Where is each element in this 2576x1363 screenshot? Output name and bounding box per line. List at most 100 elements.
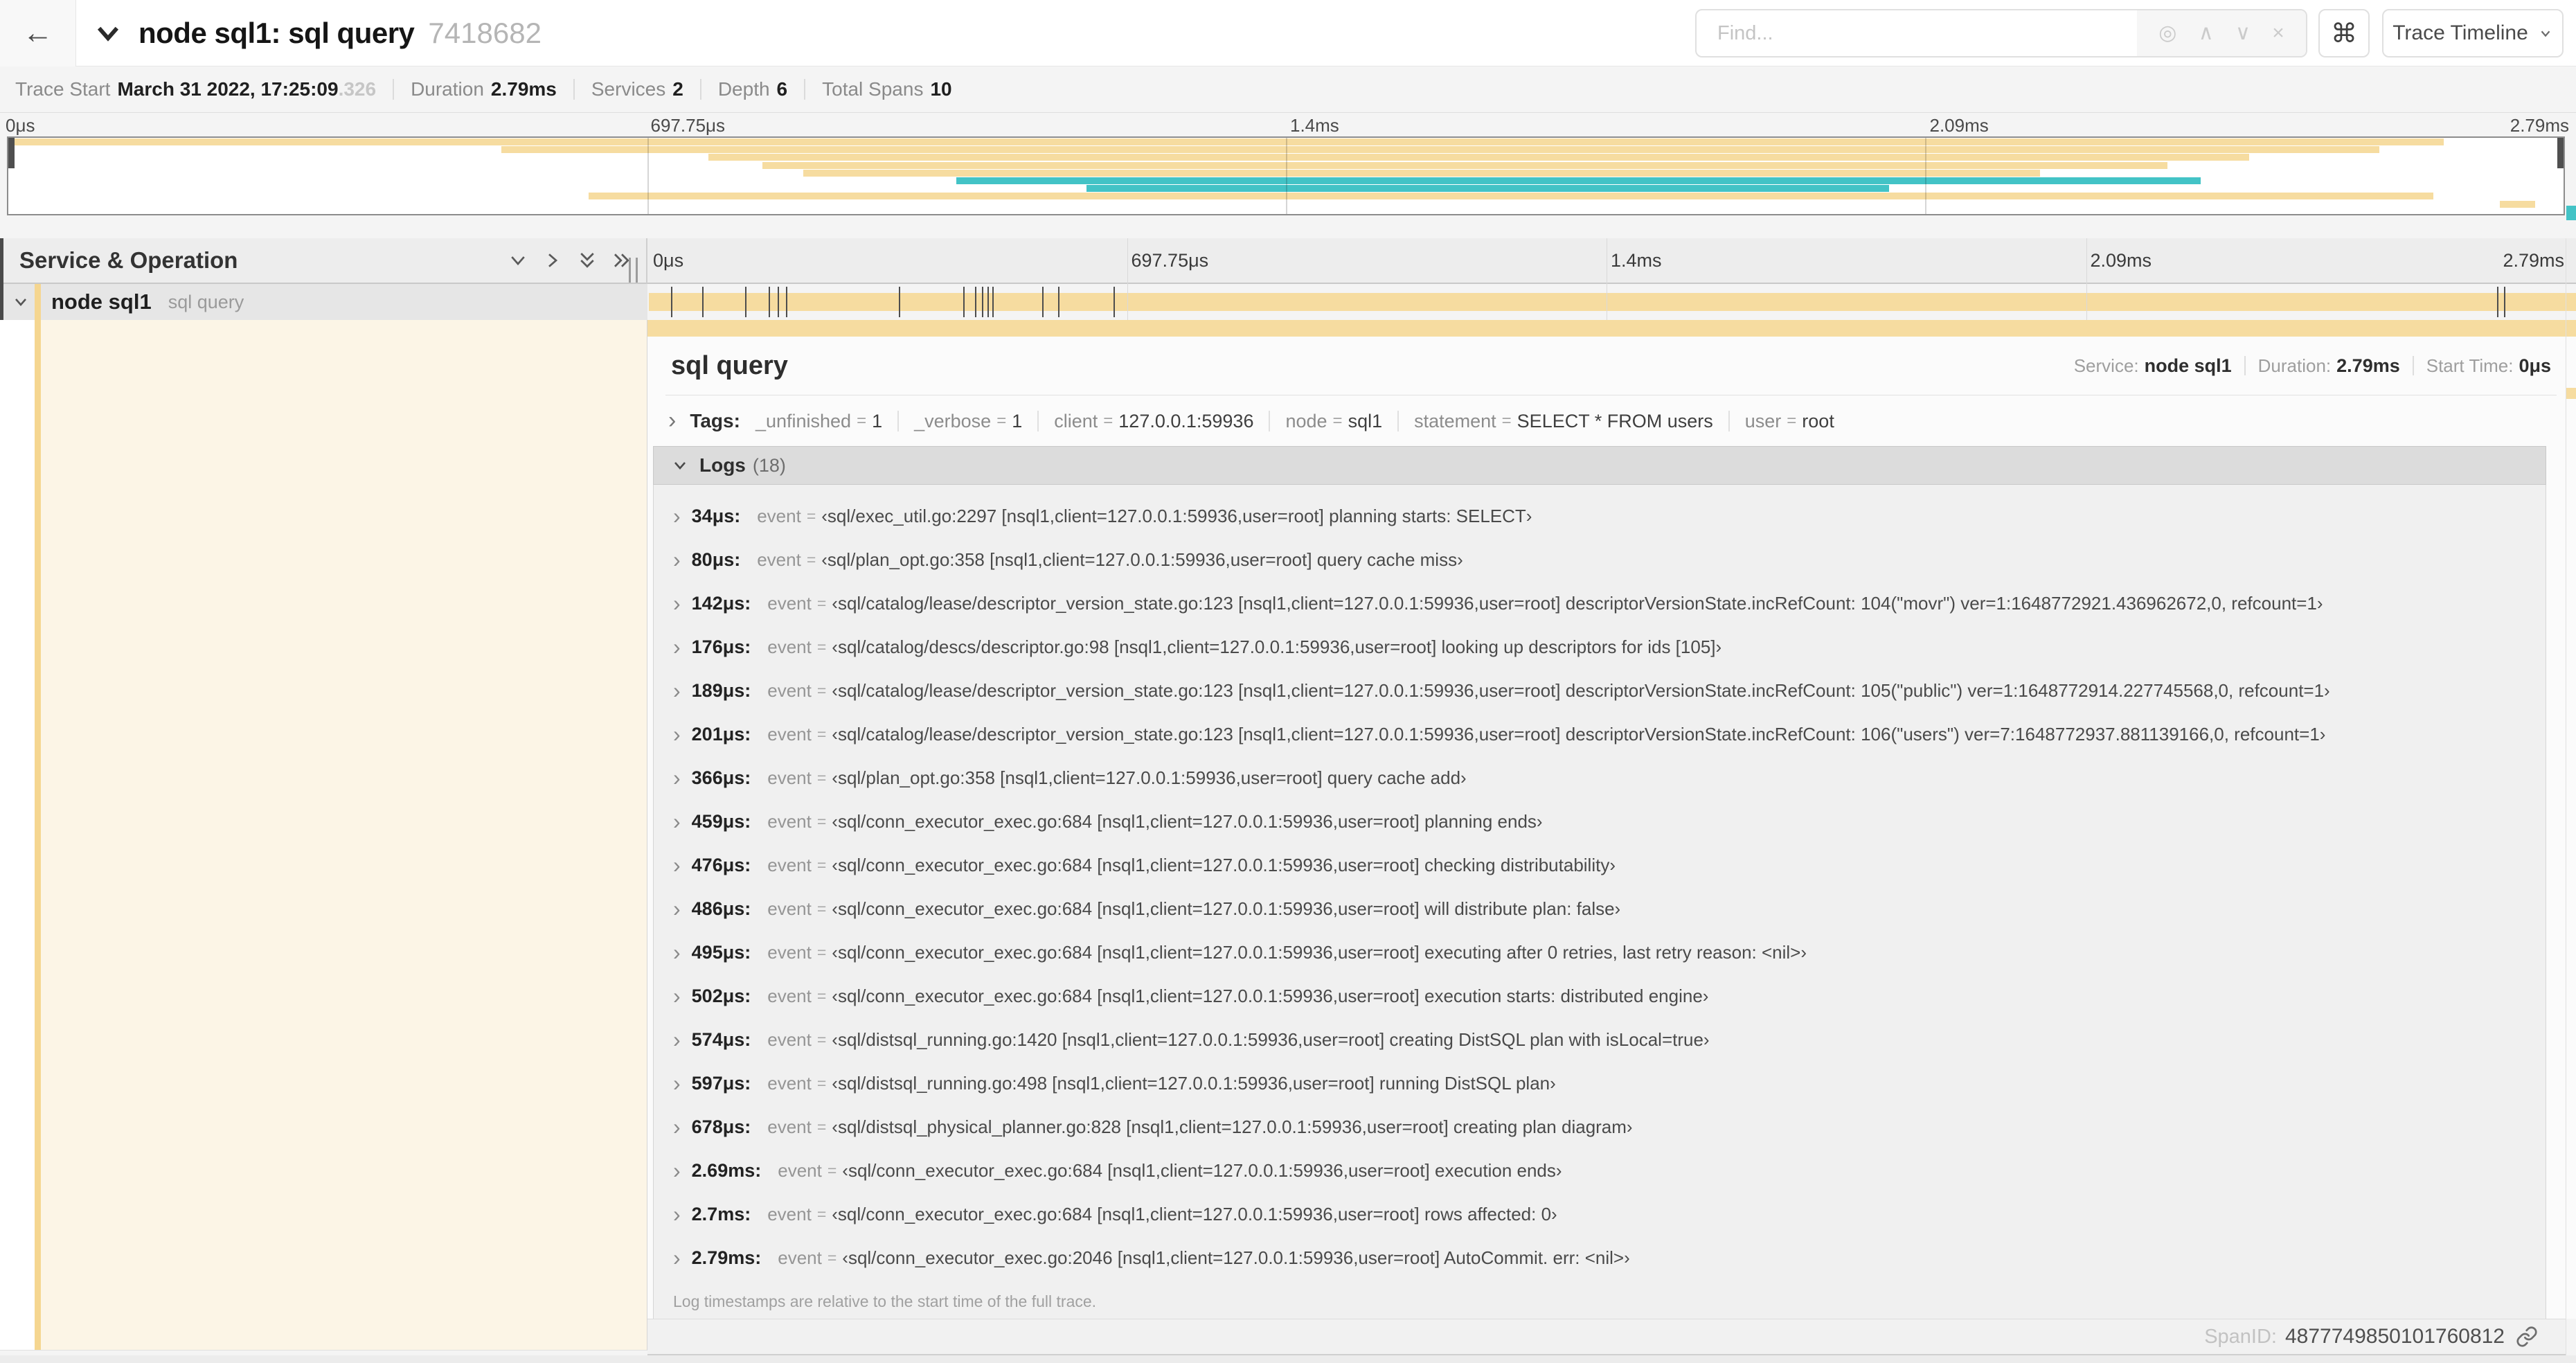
log-row[interactable]: › 574μs: event = ‹sql/distsql_running.go:142… [654, 1018, 2546, 1062]
crosshair-icon[interactable]: ◎ [2158, 23, 2176, 44]
log-row[interactable]: › 486μs: event = ‹sql/conn_executor_exec.go:… [654, 887, 2546, 931]
left-scroll-edge [0, 238, 3, 320]
chevron-right-icon[interactable]: › [673, 505, 681, 527]
chevron-right-icon[interactable]: › [673, 1159, 681, 1182]
log-row[interactable]: › 502μs: event = ‹sql/conn_executor_exec.go:… [654, 974, 2546, 1018]
span-row-node-sql1[interactable]: node sql1 sql query [0, 284, 647, 320]
tag-equals: = [1501, 411, 1512, 430]
right-edge-tan-marker [2566, 388, 2576, 399]
tag-equals: = [1332, 411, 1343, 430]
log-row[interactable]: › 2.79ms: event = ‹sql/conn_executor_exec.go… [654, 1236, 2546, 1280]
trace-minimap[interactable] [7, 136, 2565, 215]
trace-info-value: 2 [672, 78, 683, 100]
minimap-right-handle[interactable] [2557, 138, 2564, 168]
ruler-tick-label: 1.4ms [1611, 250, 1662, 271]
trace-id: 7418682 [428, 17, 542, 49]
chevron-right-icon[interactable]: › [673, 1203, 681, 1225]
log-row[interactable]: › 678μs: event = ‹sql/distsql_physical_plann… [654, 1105, 2546, 1149]
log-equals: = [816, 1074, 827, 1092]
chevron-right-icon[interactable]: › [673, 636, 681, 658]
chevron-right-icon[interactable]: › [673, 1028, 681, 1051]
close-icon[interactable]: × [2272, 23, 2284, 44]
log-equals: = [816, 856, 827, 874]
log-row[interactable]: › 2.69ms: event = ‹sql/conn_executor_exec.go… [654, 1149, 2546, 1193]
find-input[interactable] [1697, 10, 2137, 56]
log-row[interactable]: › 34μs: event = ‹sql/exec_util.go:2297 [nsql… [654, 495, 2546, 538]
log-tick-marker [777, 287, 779, 317]
tags-row[interactable]: › Tags: _unfinished = 1 _verbose = 1 client = 12… [647, 402, 2576, 440]
log-row[interactable]: › 366μs: event = ‹sql/plan_opt.go:358 [nsql1… [654, 756, 2546, 800]
timeline-ruler: 0μs 697.75μs 1.4ms 2.09ms 2.79ms [647, 238, 2576, 284]
divider [393, 79, 395, 100]
chevron-right-icon[interactable]: › [673, 810, 681, 832]
logs-rows: › 34μs: event = ‹sql/exec_util.go:2297 [nsql… [654, 495, 2546, 1280]
span-id-label: SpanID: [2204, 1325, 2277, 1348]
log-field-key: event [767, 593, 812, 614]
log-tick-marker [744, 287, 746, 317]
log-equals: = [816, 594, 827, 612]
tag-equals: = [857, 411, 867, 430]
trace-title-group: node sql1: sql query 7418682 [93, 0, 542, 66]
link-icon[interactable] [2516, 1326, 2538, 1348]
collapse-all-icon[interactable] [577, 250, 598, 271]
arrow-left-icon: ← [22, 16, 53, 50]
chevron-down-icon[interactable]: ∨ [2235, 23, 2251, 44]
log-row[interactable]: › 176μs: event = ‹sql/catalog/descs/descript… [654, 625, 2546, 669]
log-timestamp: 2.7ms: [691, 1204, 751, 1224]
chevron-right-icon[interactable]: › [673, 1247, 681, 1269]
log-timestamp: 80μs: [691, 549, 741, 570]
column-resizer-grip[interactable] [629, 258, 638, 283]
log-row[interactable]: › 476μs: event = ‹sql/conn_executor_exec.go:… [654, 844, 2546, 887]
trace-info-value: 6 [776, 78, 788, 100]
span-duration-bar[interactable] [649, 293, 2576, 311]
log-row[interactable]: › 142μs: event = ‹sql/catalog/lease/descript… [654, 582, 2546, 625]
chevron-right-icon[interactable]: › [673, 941, 681, 963]
chevron-up-icon[interactable]: ∧ [2199, 23, 2214, 44]
chevron-down-icon[interactable] [12, 294, 29, 310]
log-row[interactable]: › 459μs: event = ‹sql/conn_executor_exec.go:… [654, 800, 2546, 844]
span-operation-title: sql query [671, 350, 788, 380]
ruler-tick-label: 0μs [653, 250, 684, 271]
chevron-right-icon[interactable]: › [673, 592, 681, 614]
log-timestamp: 459μs: [691, 811, 751, 832]
chevron-right-icon[interactable]: › [673, 1116, 681, 1138]
chevron-right-icon[interactable]: › [673, 898, 681, 920]
log-row[interactable]: › 2.7ms: event = ‹sql/conn_executor_exec.go:… [654, 1193, 2546, 1236]
chevron-right-icon[interactable]: › [673, 1072, 681, 1094]
expand-one-icon[interactable] [542, 250, 563, 271]
log-row[interactable]: › 597μs: event = ‹sql/distsql_running.go:498… [654, 1062, 2546, 1105]
span-color-accent [35, 320, 41, 1350]
keyboard-shortcuts-button[interactable]: ⌘ [2318, 9, 2370, 57]
logs-title: Logs [699, 454, 746, 476]
chevron-right-icon[interactable]: › [673, 679, 681, 702]
divider [2412, 356, 2414, 375]
chevron-down-icon[interactable] [93, 18, 123, 48]
chevron-right-icon[interactable]: › [673, 985, 681, 1007]
span-operation-name: sql query [168, 291, 244, 312]
chevron-right-icon[interactable]: › [673, 549, 681, 571]
chevron-right-icon[interactable]: › [673, 854, 681, 876]
tags-label: Tags: [690, 410, 740, 431]
span-detail-left-column [0, 320, 647, 1351]
collapse-one-icon[interactable] [508, 250, 528, 271]
log-row[interactable]: › 495μs: event = ‹sql/conn_executor_exec.go:… [654, 931, 2546, 974]
minimap-tick-labels: 0μs 697.75μs 1.4ms 2.09ms 2.79ms [0, 115, 2576, 136]
log-row[interactable]: › 189μs: event = ‹sql/catalog/lease/descript… [654, 669, 2546, 713]
log-row[interactable]: › 80μs: event = ‹sql/plan_opt.go:358 [nsql1,… [654, 538, 2546, 582]
log-timestamp: 201μs: [691, 724, 751, 745]
logs-header[interactable]: Logs (18) [653, 446, 2546, 485]
minimap-span-bar [708, 154, 2250, 161]
log-row[interactable]: › 201μs: event = ‹sql/catalog/lease/descript… [654, 713, 2546, 756]
minimap-left-handle[interactable] [8, 138, 15, 168]
view-selector-button[interactable]: Trace Timeline [2382, 9, 2564, 57]
span-row-timeline[interactable] [647, 284, 2576, 320]
log-equals: = [816, 682, 827, 700]
chevron-right-icon[interactable]: › [668, 409, 676, 432]
chevron-right-icon[interactable]: › [673, 767, 681, 789]
back-button[interactable]: ← [0, 0, 76, 66]
log-field-key: event [767, 1204, 812, 1224]
log-field-value: ‹sql/distsql_running.go:1420 [nsql1,clie… [832, 1029, 1710, 1050]
span-stat-value: node sql1 [2144, 355, 2232, 376]
chevron-right-icon[interactable]: › [673, 723, 681, 745]
trace-info-value: 2.79ms [490, 78, 557, 100]
